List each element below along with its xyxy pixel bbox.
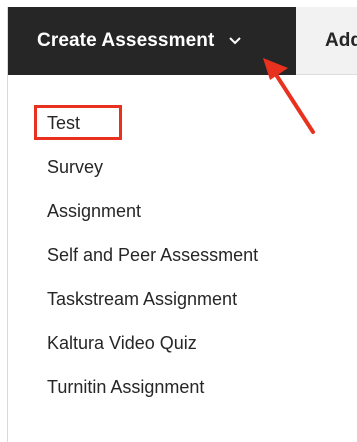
create-assessment-menu: Test Survey Assignment Self and Peer Ass… [8,101,348,409]
red-arrow-icon [263,58,315,134]
create-assessment-label: Create Assessment [37,30,215,51]
menu-item-label: Turnitin Assignment [47,377,205,397]
menu-item-label: Kaltura Video Quiz [47,333,197,353]
add-assessment-label: Add Assessment [325,29,357,51]
menu-item-self-and-peer-assessment[interactable]: Self and Peer Assessment [8,233,348,277]
menu-item-assignment[interactable]: Assignment [8,189,348,233]
menu-item-label: Test [47,113,81,133]
menu-item-label: Assignment [47,201,142,221]
assessment-menu-page: Create Assessment Add Assessment Test Su… [0,0,357,442]
create-assessment-button[interactable]: Create Assessment [8,7,296,75]
menu-item-kaltura-video-quiz[interactable]: Kaltura Video Quiz [8,321,348,365]
menu-item-turnitin-assignment[interactable]: Turnitin Assignment [8,365,348,409]
menu-item-taskstream-assignment[interactable]: Taskstream Assignment [8,277,348,321]
menu-item-label: Self and Peer Assessment [47,245,259,265]
menu-item-label: Survey [47,157,104,177]
menu-item-label: Taskstream Assignment [47,289,238,309]
chevron-down-icon [228,36,242,46]
menu-item-survey[interactable]: Survey [8,145,348,189]
